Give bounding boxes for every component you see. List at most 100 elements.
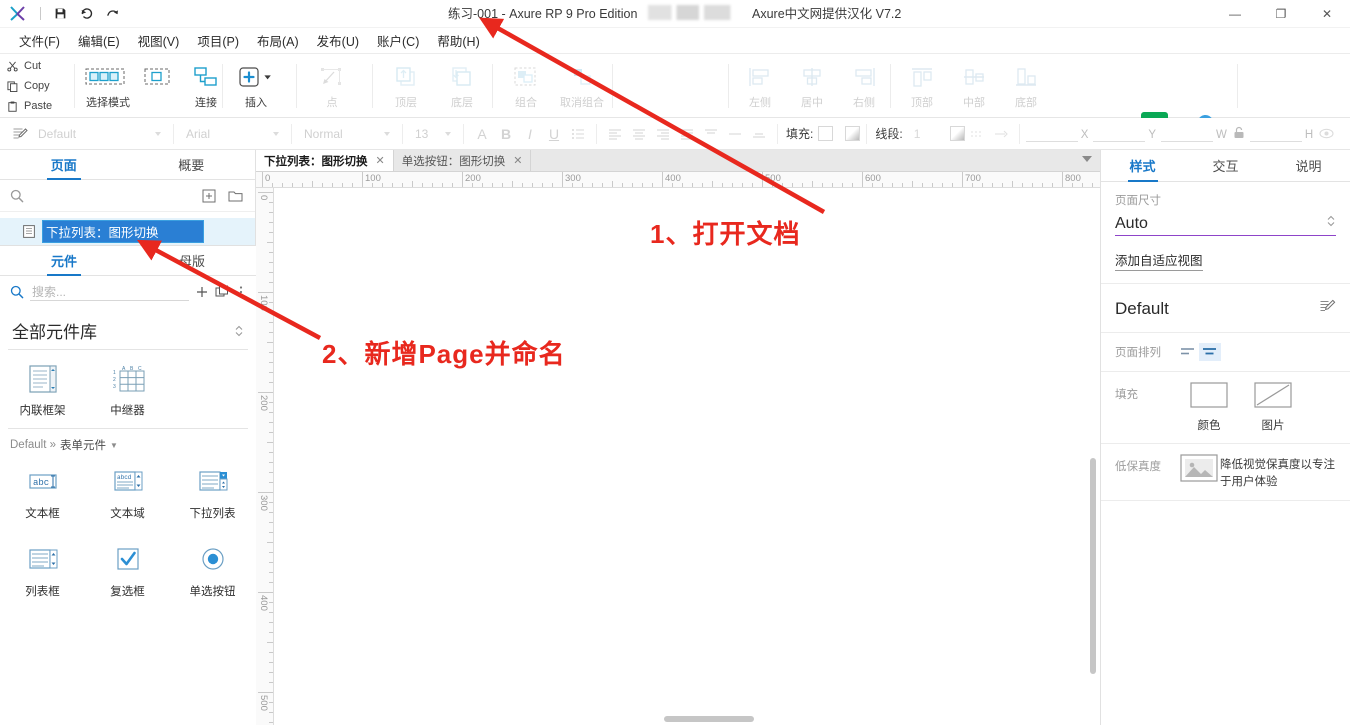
canvas-surface[interactable]	[274, 188, 1100, 725]
canvas-horizontal-scrollbar[interactable]	[664, 716, 754, 722]
section-prefix: Default »	[10, 439, 56, 451]
menu-edit[interactable]: 编辑(E)	[69, 28, 129, 53]
stepper-icon[interactable]	[1326, 214, 1336, 233]
fill-color-option[interactable]: 颜色	[1177, 382, 1241, 433]
add-page-icon[interactable]	[199, 186, 219, 206]
lowfi-toggle[interactable]	[1177, 454, 1220, 487]
inline-frame-icon	[27, 362, 59, 396]
library-spinner-icon[interactable]	[234, 324, 244, 338]
redo-icon[interactable]	[99, 1, 125, 27]
doc-tab-0[interactable]: 下拉列表：图形切换 ✕	[256, 150, 394, 171]
ruler-v-tick	[269, 612, 273, 613]
x-field[interactable]	[1026, 126, 1078, 142]
widgets-search-input[interactable]	[30, 284, 189, 301]
ruler-h-tick	[1092, 183, 1093, 187]
widget-listbox[interactable]: 列表框	[0, 539, 85, 599]
w-field[interactable]	[1161, 126, 1213, 142]
tab-outline[interactable]: 概要	[128, 150, 256, 179]
menu-view[interactable]: 视图(V)	[129, 28, 189, 53]
font-size-select[interactable]: 13	[409, 123, 457, 145]
align-right-button: 右侧	[838, 58, 890, 110]
font-weight-select[interactable]: Normal	[298, 123, 396, 145]
ruler-v-tick	[269, 722, 273, 723]
group-icon	[512, 64, 540, 90]
more-options-icon[interactable]	[235, 282, 246, 302]
edit-style-icon[interactable]	[1319, 298, 1336, 320]
page-name-editing[interactable]: 下拉列表：图形切换	[43, 221, 203, 242]
widget-inline-frame[interactable]: 内联框架	[0, 358, 85, 418]
visibility-eye-icon[interactable]	[1318, 128, 1337, 142]
align-center-button: 居中	[786, 58, 838, 110]
undo-icon[interactable]	[73, 1, 99, 27]
doc-tab-1[interactable]: 单选按钮：图形切换 ✕	[394, 150, 532, 171]
close-icon[interactable]: ✕	[376, 154, 385, 167]
page-size-section: 页面尺寸 Auto 添加自适应视图	[1101, 182, 1350, 284]
widget-radiobutton[interactable]: 单选按钮	[170, 539, 255, 599]
widget-textarea[interactable]: abcd 文本域	[85, 461, 170, 521]
menu-layout[interactable]: 布局(A)	[248, 28, 308, 53]
widget-textfield[interactable]: abc 文本框	[0, 461, 85, 521]
menu-account[interactable]: 账户(C)	[368, 28, 428, 53]
select-mode-alt-button[interactable]	[136, 58, 178, 110]
ruler-h-tick	[952, 183, 953, 187]
ruler-v-label: 100	[258, 295, 269, 311]
connect-button[interactable]: 连接	[178, 58, 234, 110]
fill-image-option[interactable]: 图片	[1241, 382, 1305, 433]
font-family-select[interactable]: Arial	[180, 123, 285, 145]
save-icon[interactable]	[47, 1, 73, 27]
style-edit-icon[interactable]	[8, 123, 32, 145]
add-folder-icon[interactable]	[225, 186, 245, 206]
maximize-button[interactable]: ❐	[1258, 0, 1304, 28]
pages-search-input[interactable]	[30, 188, 193, 204]
copy-button[interactable]: Copy	[6, 77, 68, 95]
menu-file[interactable]: 文件(F)	[10, 28, 69, 53]
duplicate-icon[interactable]	[215, 282, 229, 302]
ruler-v-label: 200	[258, 395, 269, 411]
align-bottom-button: 底部	[1000, 58, 1052, 110]
widget-section-header[interactable]: Default » 表单元件 ▼	[0, 429, 256, 457]
tab-interactions[interactable]: 交互	[1184, 150, 1267, 181]
window-controls: — ❐ ✕	[1212, 0, 1350, 28]
close-icon[interactable]: ✕	[513, 154, 522, 167]
paste-button[interactable]: Paste	[6, 97, 68, 115]
doc-tabs-overflow-icon[interactable]	[1082, 156, 1092, 162]
ruler-v-tick	[269, 212, 273, 213]
pages-search-row	[0, 180, 255, 212]
add-icon[interactable]	[195, 282, 209, 302]
fill-gradient-swatch[interactable]	[845, 126, 860, 141]
menu-project[interactable]: 项目(P)	[188, 28, 248, 53]
add-adaptive-view-link[interactable]: 添加自适应视图	[1115, 250, 1203, 271]
tab-style[interactable]: 样式	[1101, 150, 1184, 181]
canvas-vertical-scrollbar[interactable]	[1090, 458, 1096, 674]
tab-masters[interactable]: 母版	[128, 246, 256, 275]
widget-dropdown[interactable]: 下拉列表	[170, 461, 255, 521]
tab-pages[interactable]: 页面	[0, 150, 128, 179]
select-mode-button[interactable]: 选择模式	[80, 58, 136, 110]
widget-checkbox[interactable]: 复选框	[85, 539, 170, 599]
minimize-button[interactable]: —	[1212, 0, 1258, 28]
h-field[interactable]	[1250, 126, 1302, 142]
menu-publish[interactable]: 发布(U)	[308, 28, 368, 53]
lock-aspect-icon[interactable]	[1232, 126, 1248, 142]
ruler-h-tick	[722, 183, 723, 187]
widget-library-header[interactable]: 全部元件库	[0, 308, 256, 349]
fill-color-swatch[interactable]	[818, 126, 833, 141]
insert-group: 插入	[228, 58, 284, 110]
page-align-left-icon[interactable]	[1177, 343, 1199, 361]
menu-help[interactable]: 帮助(H)	[428, 28, 488, 53]
page-size-select[interactable]: Auto	[1115, 214, 1336, 236]
insert-button[interactable]: 插入	[228, 58, 284, 110]
bring-front-button: 顶层	[378, 58, 434, 110]
page-item-0[interactable]: 下拉列表：图形切换	[0, 218, 255, 245]
style-select[interactable]: Default	[32, 123, 167, 145]
close-button[interactable]: ✕	[1304, 0, 1350, 28]
tab-notes[interactable]: 说明	[1267, 150, 1350, 181]
ruler-v-tick	[269, 302, 273, 303]
widget-repeater[interactable]: 123 ABC 中继器	[85, 358, 170, 418]
fill-color-icon	[1190, 382, 1228, 413]
y-field[interactable]	[1093, 126, 1145, 142]
page-align-center-icon[interactable]	[1199, 343, 1221, 361]
tab-widgets[interactable]: 元件	[0, 246, 128, 275]
toolbar-divider-8	[890, 64, 891, 108]
cut-button[interactable]: Cut	[6, 57, 68, 75]
